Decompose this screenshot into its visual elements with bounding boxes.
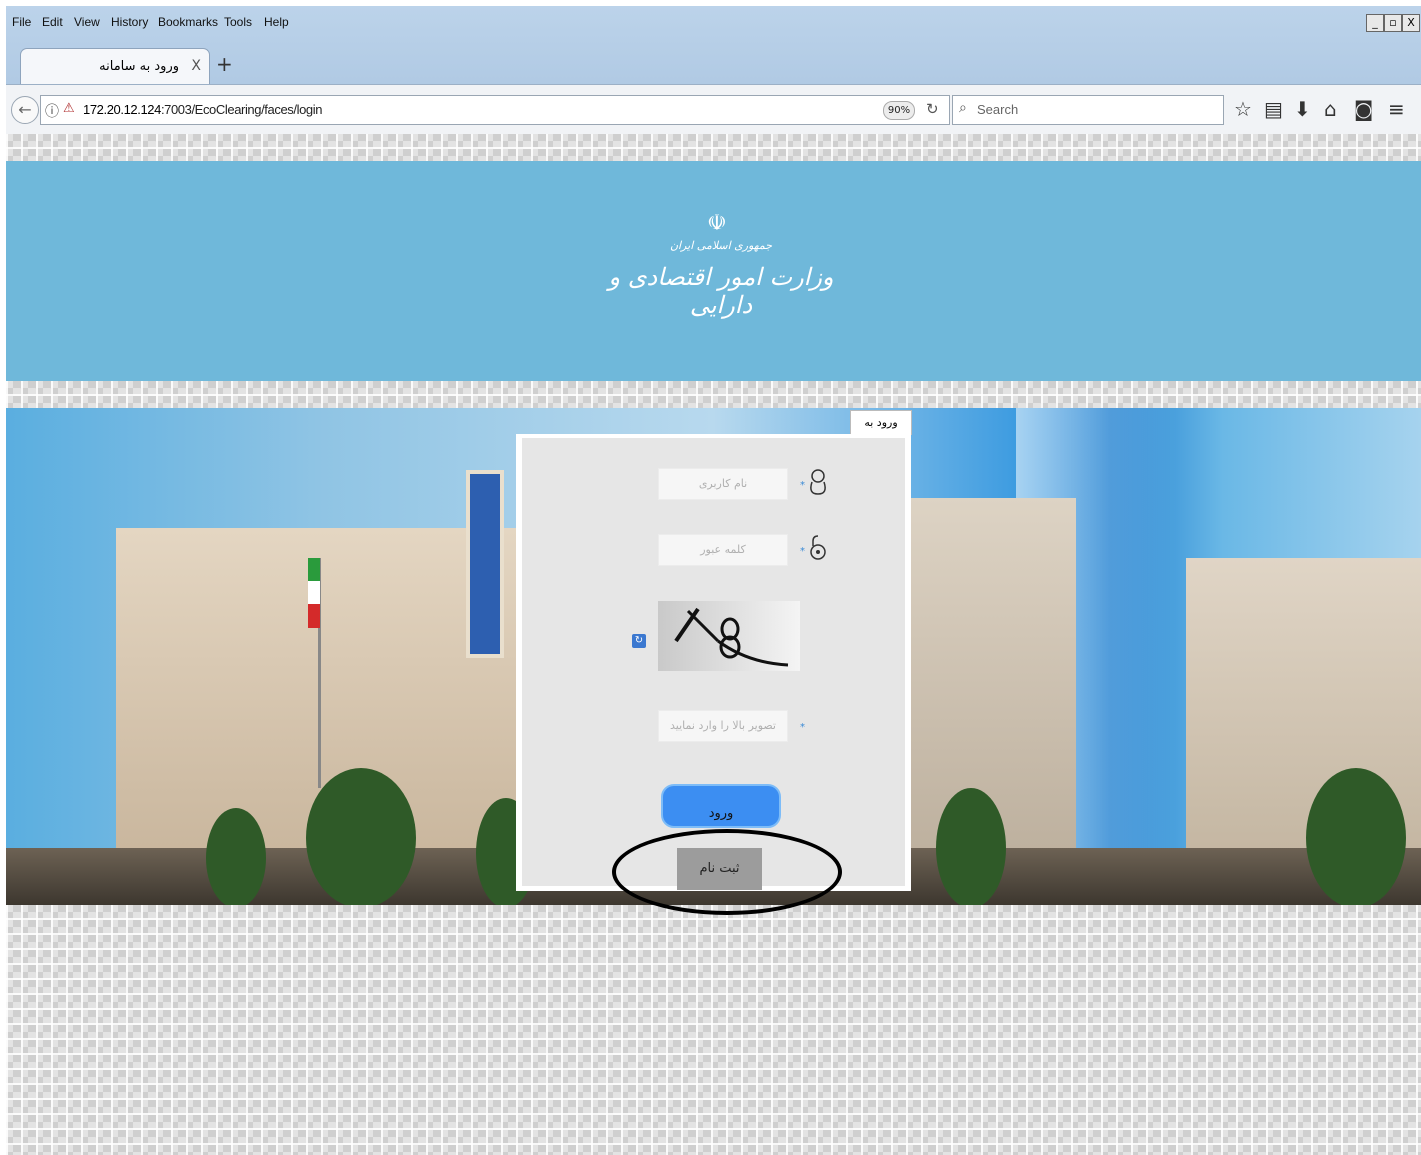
pattern-strip-bottom [6,905,1421,1155]
reading-list-icon[interactable]: ▤ [1264,97,1283,121]
pattern-strip-top [6,134,1421,161]
pocket-icon[interactable]: ◙ [1354,97,1373,121]
url-path: :7003/EcoClearing/faces/login [160,102,323,117]
tree [306,768,416,905]
tab-title: ورود به سامانه [99,59,179,74]
menu-help[interactable]: Help [264,15,289,29]
close-window-button[interactable]: X [1402,14,1420,32]
header-banner: ☫ جمهوری اسلامی ایران وزارت امور اقتصادی… [6,161,1421,381]
required-mark: * [800,546,805,557]
page-content: ☫ جمهوری اسلامی ایران وزارت امور اقتصادی… [6,134,1421,1155]
browser-chrome: File Edit View History Bookmarks Tools H… [6,6,1421,135]
login-button[interactable]: ورود [661,784,781,828]
ministry-logo: ☫ جمهوری اسلامی ایران وزارت امور اقتصادی… [606,211,836,341]
star-icon[interactable]: ☆ [1234,97,1252,121]
navigation-bar: ← ⓘ ⚠ 172.20.12.124:7003/EcoClearing/fac… [6,84,1421,135]
emblem-icon: ☫ [707,211,727,236]
minimize-button[interactable]: _ [1366,14,1384,32]
login-form: * * ↻ * [522,438,905,890]
tab-close-icon[interactable]: X [191,58,201,74]
tree [1306,768,1406,905]
menu-tools[interactable]: Tools [224,15,252,29]
download-icon[interactable]: ⬇ [1294,97,1311,121]
new-tab-button[interactable]: + [216,52,233,76]
zoom-level-badge[interactable]: 90% [883,101,915,120]
tree [206,808,266,905]
maximize-button[interactable]: ▫ [1384,14,1402,32]
password-input[interactable] [658,534,788,566]
insecure-lock-icon[interactable]: ⚠ [63,101,75,116]
search-box[interactable]: ⌕ Search [952,95,1224,125]
menu-history[interactable]: History [111,15,148,29]
required-mark: * [800,480,805,491]
tree [936,788,1006,905]
menu-bookmarks[interactable]: Bookmarks [158,15,218,29]
iran-flag [308,558,320,628]
menu-icon[interactable]: ≡ [1388,97,1405,121]
menu-view[interactable]: View [74,15,100,29]
pattern-strip-middle [6,381,1421,408]
search-placeholder: Search [977,102,1019,117]
info-icon[interactable]: ⓘ [45,101,59,121]
logo-subtitle: جمهوری اسلامی ایران [669,239,773,252]
login-tab-label: ورود به سامانه [850,410,912,453]
lock-icon [808,534,828,568]
captcha-refresh-icon[interactable]: ↻ [632,634,646,648]
browser-tab[interactable]: ورود به سامانه X [20,48,210,85]
required-mark: * [800,722,805,733]
url-host: 172.20.12.124 [83,102,161,117]
captcha-image [658,601,800,671]
menu-file[interactable]: File [12,15,31,29]
url-text[interactable]: 172.20.12.124:7003/EcoClearing/faces/log… [83,102,322,117]
user-icon [808,468,828,502]
home-icon[interactable]: ⌂ [1324,97,1337,121]
building-glass-column [466,470,504,658]
address-bar[interactable]: ⓘ ⚠ 172.20.12.124:7003/EcoClearing/faces… [40,95,950,125]
menu-bar: File Edit View History Bookmarks Tools H… [6,6,1421,38]
reload-icon[interactable]: ↻ [926,100,939,118]
search-icon: ⌕ [959,100,967,116]
username-input[interactable] [658,468,788,500]
annotation-circle [612,829,842,915]
logo-title: وزارت امور اقتصادی و دارایی [608,263,834,319]
login-panel: * * ↻ * [516,434,911,891]
back-arrow-icon[interactable]: ← [11,96,39,124]
menu-edit[interactable]: Edit [42,15,63,29]
captcha-input[interactable] [658,710,788,742]
